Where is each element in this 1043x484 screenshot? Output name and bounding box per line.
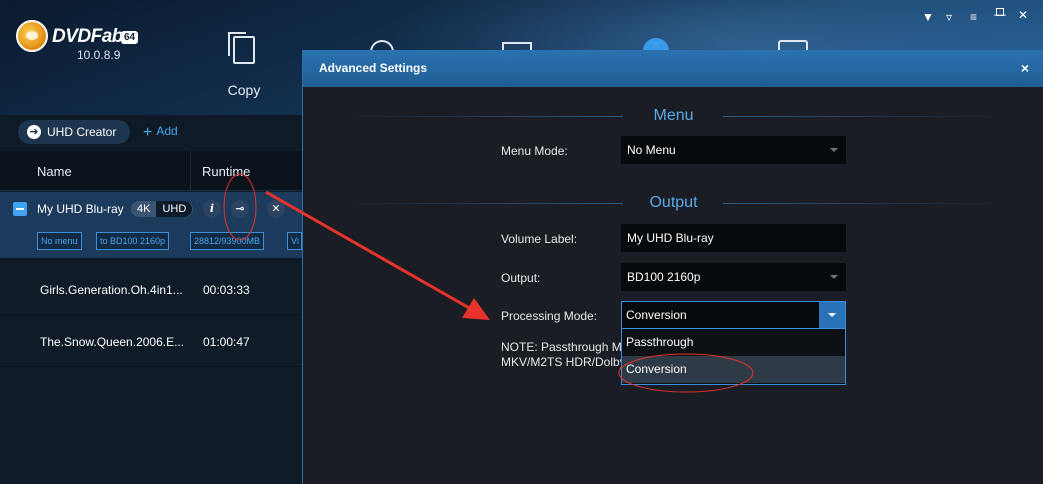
app-version: 10.0.8.9 — [77, 48, 121, 62]
bits-badge: 64 — [121, 31, 139, 44]
tag-output[interactable]: to BD100 2160p — [96, 232, 170, 250]
section-divider — [333, 116, 623, 117]
plus-icon: + — [143, 124, 153, 141]
list-item[interactable]: Girls.Generation.Oh.4in1... 00:03:33 — [0, 265, 302, 315]
item-runtime: 01:00:47 — [203, 335, 250, 349]
tag-size[interactable]: 28812/93900MB — [190, 232, 265, 250]
wrench-settings-icon[interactable]: ⊸ — [231, 200, 249, 218]
selected-title: My UHD Blu-ray — [37, 202, 124, 216]
item-name: The.Snow.Queen.2006.E... — [40, 335, 185, 349]
output-value: BD100 2160p — [627, 270, 701, 284]
note-text: NOTE: Passthrough M MKV/M2TS HDR/Dolby — [501, 340, 621, 370]
output-section: Output — [303, 194, 1043, 212]
copy-icon — [228, 32, 255, 64]
output-section-title: Output — [649, 194, 698, 211]
badge-4k: 4K — [137, 203, 151, 215]
chevron-down-icon — [830, 275, 838, 279]
menu-mode-value: No Menu — [627, 143, 676, 157]
selected-title-row[interactable]: My UHD Blu-ray 4K UHD i ⊸ ✕ No menu to B… — [0, 192, 302, 258]
note-line-2: MKV/M2TS HDR/Dolby — [501, 355, 621, 369]
menu-mode-select[interactable]: No Menu — [621, 136, 846, 164]
processing-mode-select[interactable]: Conversion — [621, 301, 846, 329]
processing-mode-dropdown: Passthrough Conversion — [621, 329, 846, 385]
info-icon[interactable]: i — [203, 200, 221, 218]
section-divider — [723, 116, 1013, 117]
dialog-close-icon[interactable]: × — [1021, 50, 1029, 87]
minimize-to-tray-icon[interactable]: ▿ — [946, 10, 952, 24]
dvdfab-logo-icon — [16, 20, 48, 52]
nav-copy[interactable]: Copy — [222, 32, 266, 98]
column-divider — [190, 151, 191, 191]
brand-name: DVDFab — [52, 26, 123, 47]
close-icon[interactable]: ✕ — [1018, 8, 1028, 22]
shirt-icon[interactable]: ▼ — [922, 10, 934, 24]
option-passthrough[interactable]: Passthrough — [622, 329, 845, 356]
badge-uhd: UHD — [156, 201, 193, 217]
arrow-right-icon: ➜ — [27, 125, 41, 139]
tag-video[interactable]: Vi — [287, 232, 302, 250]
add-label: Add — [156, 124, 178, 138]
dialog-title: Advanced Settings — [319, 61, 428, 75]
dialog-title-bar: Advanced Settings × — [303, 50, 1043, 87]
menu-icon[interactable]: ≡ — [970, 10, 977, 24]
item-name: Girls.Generation.Oh.4in1... — [40, 283, 183, 297]
nav-video-converter-icon[interactable] — [502, 42, 532, 50]
chevron-down-icon[interactable] — [819, 302, 845, 328]
list-item[interactable]: The.Snow.Queen.2006.E... 01:00:47 — [0, 317, 302, 367]
collapse-icon[interactable] — [13, 202, 27, 216]
nav-copy-label: Copy — [227, 82, 261, 98]
task-list-panel: ➜ UHD Creator + Add Name Runtime My UHD B… — [0, 115, 302, 484]
menu-mode-label: Menu Mode: — [501, 144, 568, 158]
add-button[interactable]: + Add — [143, 124, 178, 142]
menu-section: Menu — [303, 107, 1043, 125]
volume-label-input[interactable]: My UHD Blu-ray — [621, 224, 846, 252]
column-name[interactable]: Name — [37, 164, 72, 179]
processing-mode-label: Processing Mode: — [501, 309, 598, 323]
output-label: Output: — [501, 271, 541, 285]
volume-label-value: My UHD Blu-ray — [627, 231, 714, 245]
remove-icon[interactable]: ✕ — [267, 200, 285, 218]
output-select[interactable]: BD100 2160p — [621, 263, 846, 291]
section-divider — [333, 203, 623, 204]
column-header: Name Runtime — [0, 151, 302, 191]
uhd-creator-label: UHD Creator — [47, 125, 117, 139]
chevron-down-icon — [830, 148, 838, 152]
tag-menu[interactable]: No menu — [37, 232, 82, 250]
volume-label-label: Volume Label: — [501, 232, 578, 246]
processing-mode-value: Conversion — [626, 308, 687, 322]
option-conversion[interactable]: Conversion — [622, 356, 845, 383]
column-runtime[interactable]: Runtime — [202, 164, 250, 179]
note-line-1: NOTE: Passthrough M — [501, 340, 621, 354]
uhd-creator-button[interactable]: ➜ UHD Creator — [18, 120, 130, 144]
advanced-settings-dialog: Advanced Settings × Menu Menu Mode: No M… — [302, 50, 1043, 484]
section-divider — [723, 203, 1013, 204]
maximize-icon[interactable] — [996, 8, 1004, 16]
uhd-badge: 4K UHD — [131, 201, 193, 217]
menu-section-title: Menu — [653, 107, 694, 124]
item-runtime: 00:03:33 — [203, 283, 250, 297]
